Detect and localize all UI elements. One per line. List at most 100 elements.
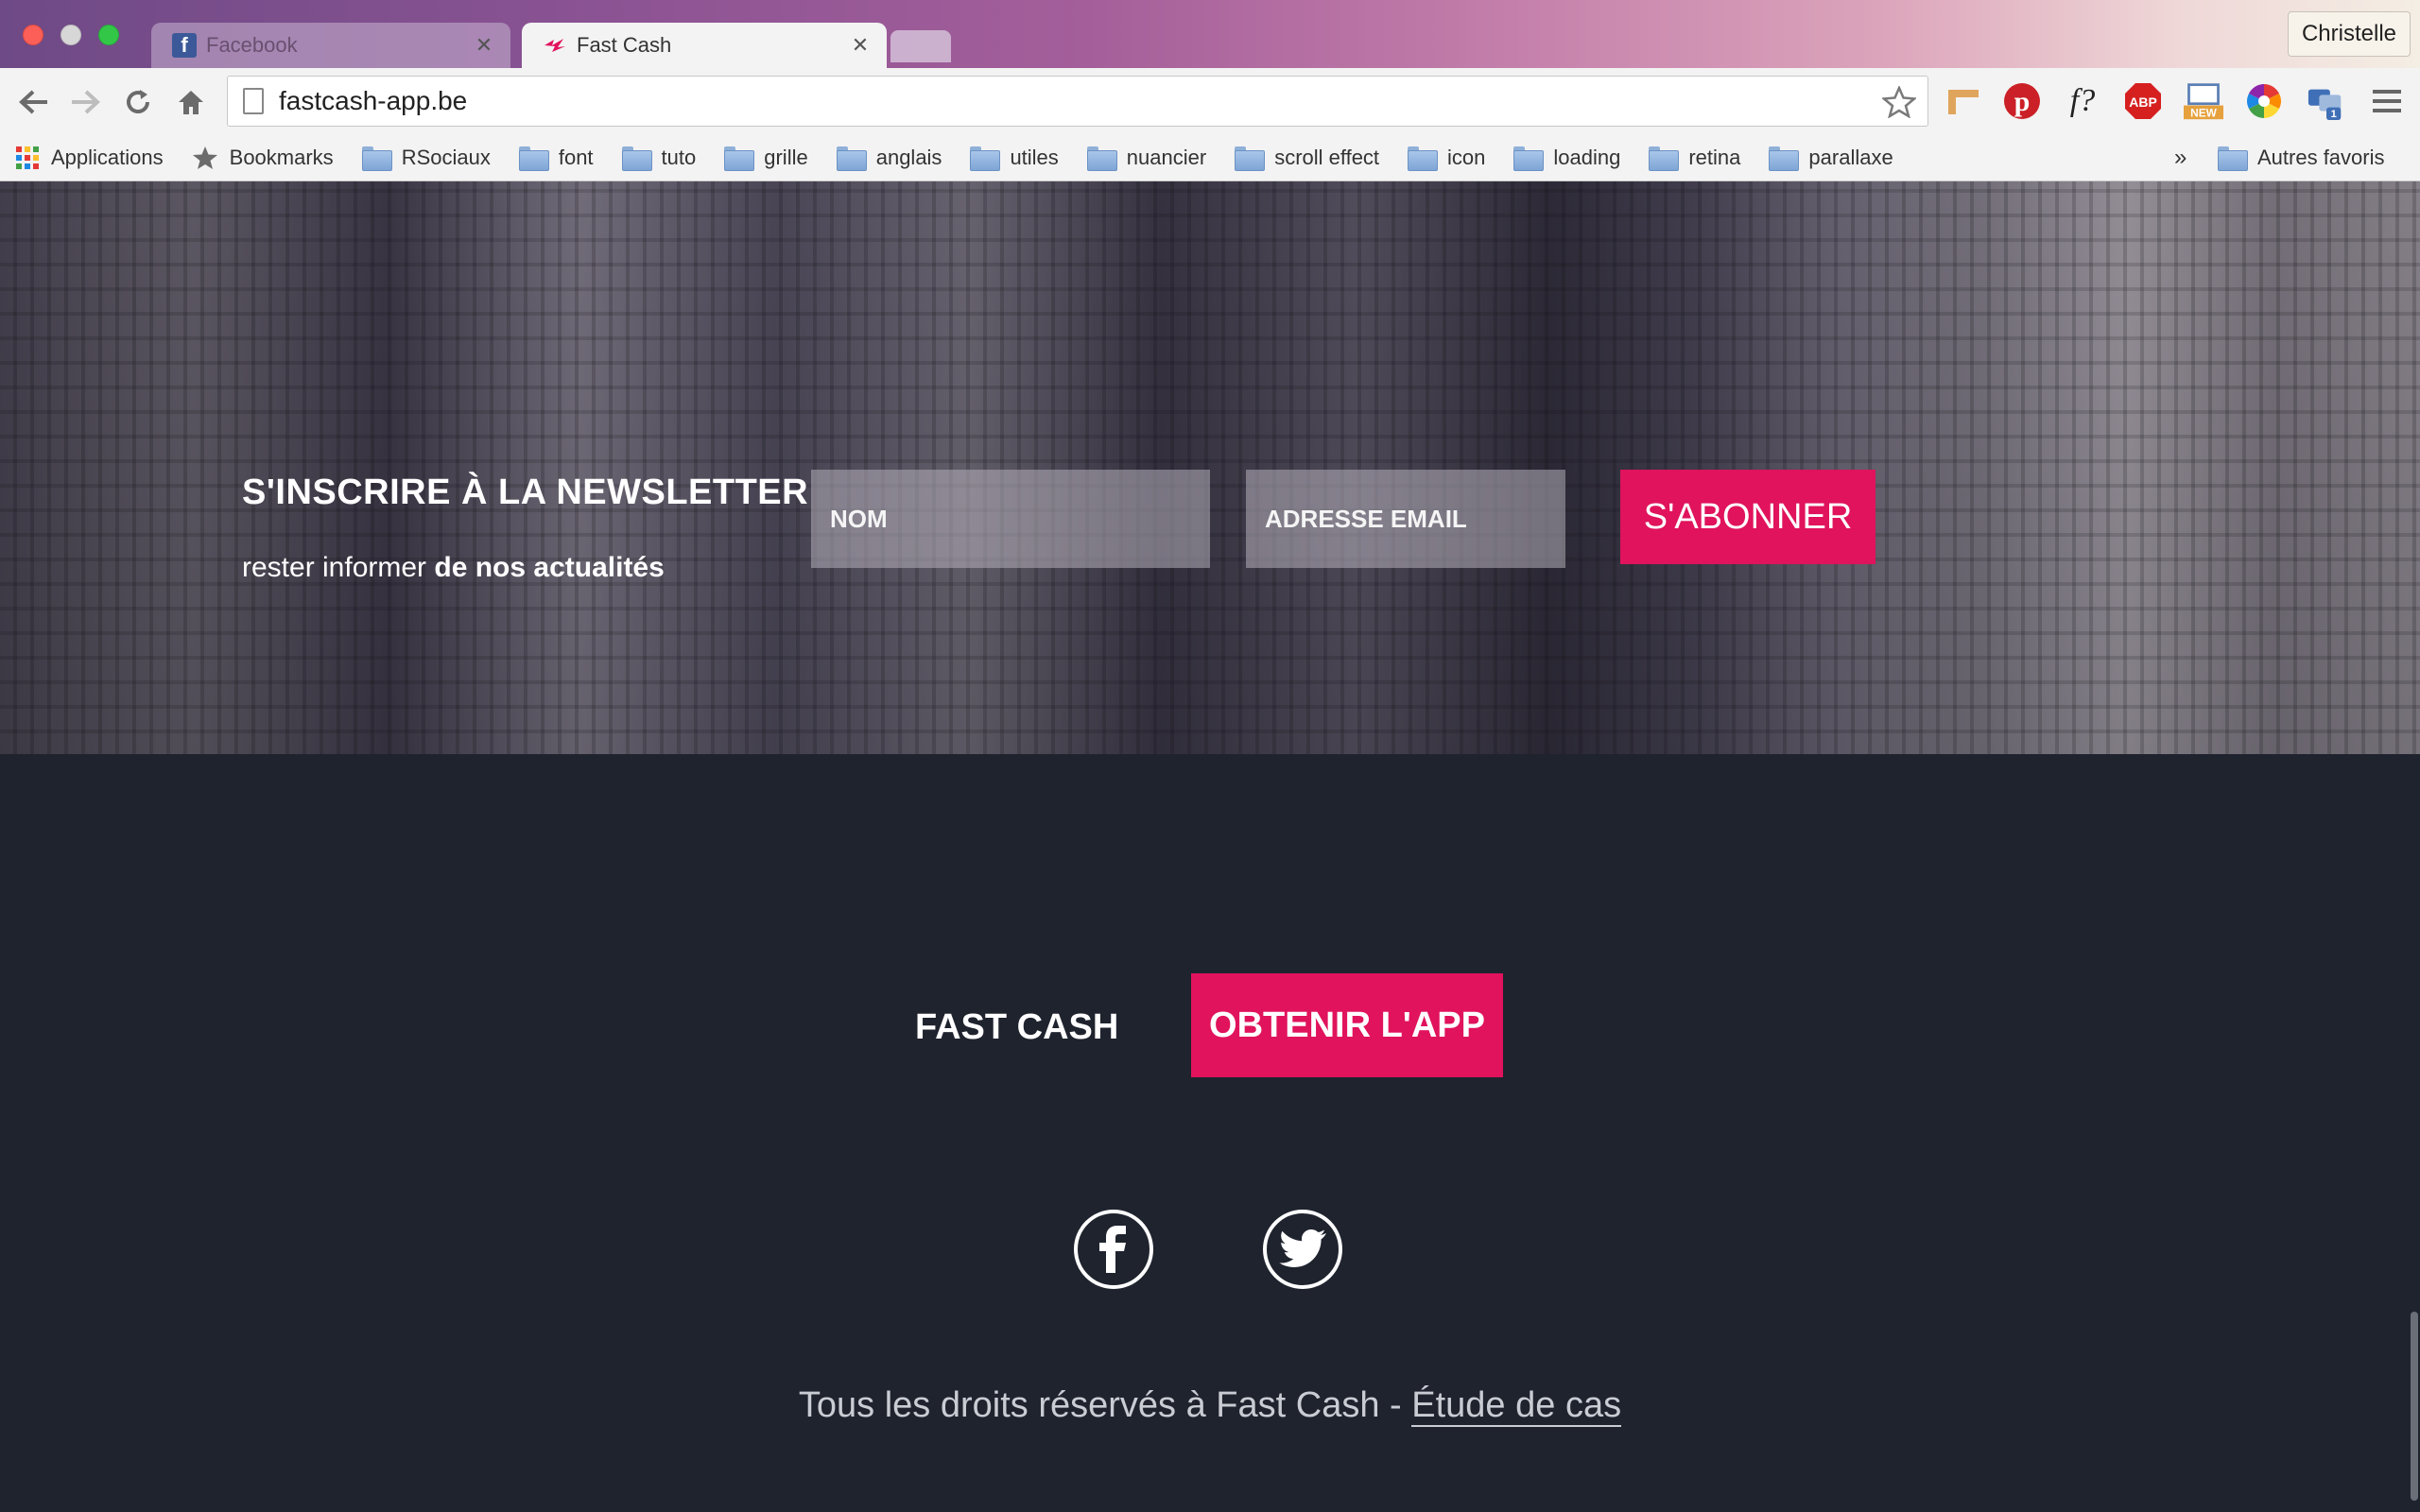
bookmark-folder-font[interactable]: font <box>518 145 594 171</box>
scrollbar-thumb[interactable] <box>2411 1312 2418 1501</box>
email-input[interactable] <box>1246 470 1565 568</box>
bookmark-folder-rsociaux[interactable]: RSociaux <box>361 145 491 171</box>
tab-title: Fast Cash <box>577 33 672 57</box>
new-tab-button[interactable] <box>890 30 951 62</box>
folder-icon <box>2218 146 2248 171</box>
bookmark-applications[interactable]: Applications <box>15 146 164 170</box>
bookmarks-overflow-chevron-icon[interactable]: » <box>2174 134 2187 181</box>
minimize-window-button[interactable] <box>60 25 81 45</box>
home-icon <box>179 91 203 114</box>
bookmark-folder-utiles[interactable]: utiles <box>970 145 1059 171</box>
arrow-right-icon <box>72 90 100 114</box>
folder-icon <box>836 146 867 171</box>
zoom-window-button[interactable] <box>98 25 119 45</box>
bookmark-folder-parallaxe[interactable]: parallaxe <box>1769 145 1893 171</box>
svg-text:p: p <box>2014 86 2031 117</box>
pinterest-extension-icon[interactable]: p <box>2002 81 2042 121</box>
name-input[interactable] <box>811 470 1210 568</box>
bookmark-folder-other[interactable]: Autres favoris <box>2218 134 2385 181</box>
facebook-icon <box>1099 1226 1126 1273</box>
new-feature-extension-icon[interactable]: NEW <box>2184 81 2223 121</box>
folder-icon <box>518 146 549 171</box>
folder-icon <box>1235 146 1266 171</box>
forward-button[interactable] <box>66 83 104 121</box>
menu-button[interactable] <box>2367 81 2407 121</box>
folder-icon <box>1513 146 1545 171</box>
apps-grid-icon <box>15 146 40 170</box>
new-badge: NEW <box>2190 106 2217 119</box>
address-bar[interactable]: fastcash-app.be <box>227 76 1928 127</box>
folder-icon <box>724 146 755 171</box>
bookmark-folder-nuancier[interactable]: nuancier <box>1086 145 1207 171</box>
url-text: fastcash-app.be <box>279 86 468 115</box>
bookmark-label: utiles <box>1010 145 1059 169</box>
browser-toolbar: fastcash-app.be p f? ABP NEW 1 <box>0 68 2420 134</box>
bookmark-label: Autres favoris <box>2257 146 2385 169</box>
bookmark-label: grille <box>764 145 808 169</box>
bookmark-label: nuancier <box>1126 145 1207 169</box>
star-icon <box>192 146 218 170</box>
browser-window: f Facebook ✕ Fast Cash ✕ Christelle fast… <box>0 0 2420 1512</box>
reload-button[interactable] <box>119 83 157 121</box>
subscribe-button[interactable]: S'ABONNER <box>1620 470 1876 564</box>
ruler-extension-icon[interactable] <box>1944 81 1983 121</box>
get-app-button[interactable]: OBTENIR L'APP <box>1191 973 1503 1077</box>
bookmark-folder-tuto[interactable]: tuto <box>621 145 697 171</box>
bookmark-label: Bookmarks <box>229 145 334 169</box>
site-footer: FAST CASH OBTENIR L'APP Tous les droits … <box>0 754 2420 1512</box>
bookmark-label: icon <box>1447 145 1486 169</box>
tab-fast-cash[interactable]: Fast Cash ✕ <box>522 23 887 68</box>
newsletter-title: S'INSCRIRE À LA NEWSLETTER <box>242 472 809 512</box>
bookmark-label: scroll effect <box>1274 145 1380 169</box>
tab-facebook[interactable]: f Facebook ✕ <box>151 23 510 68</box>
folder-icon <box>1649 146 1680 171</box>
profile-button[interactable]: Christelle <box>2287 11 2411 57</box>
bookmark-bookmarks[interactable]: Bookmarks <box>192 146 334 170</box>
page-viewport: S'INSCRIRE À LA NEWSLETTER rester inform… <box>0 181 2420 1512</box>
twitter-icon <box>1279 1229 1326 1267</box>
arrow-left-icon <box>19 90 47 114</box>
whatfont-extension-icon[interactable]: f? <box>2063 81 2102 121</box>
bookmark-label: RSociaux <box>401 145 491 169</box>
close-tab-icon[interactable]: ✕ <box>473 33 495 58</box>
copyright-text: Tous les droits réservés à Fast Cash - É… <box>0 1385 2420 1427</box>
folder-icon <box>621 146 652 171</box>
bookmark-folder-icon[interactable]: icon <box>1408 145 1486 171</box>
back-button[interactable] <box>15 83 53 121</box>
copyright-label: Tous les droits réservés à Fast Cash - <box>798 1385 1412 1425</box>
bookmark-label: anglais <box>875 145 942 169</box>
footer-brand: FAST CASH <box>915 1007 1119 1047</box>
bookmark-star-icon[interactable] <box>1880 84 1918 123</box>
case-study-link[interactable]: Étude de cas <box>1411 1385 1622 1427</box>
tab-title: Facebook <box>206 33 298 57</box>
facebook-favicon-icon: f <box>172 33 197 58</box>
home-button[interactable] <box>172 83 210 121</box>
bookmark-folder-loading[interactable]: loading <box>1513 146 1620 171</box>
bookmark-folder-retina[interactable]: retina <box>1649 145 1741 171</box>
bookmark-label: parallaxe <box>1808 145 1893 169</box>
facebook-link[interactable] <box>1074 1210 1153 1289</box>
translate-extension-icon[interactable]: 1 <box>2307 81 2346 121</box>
close-window-button[interactable] <box>23 25 43 45</box>
newsletter-subtitle: rester informer de nos actualités <box>242 552 665 584</box>
hamburger-menu-icon <box>2373 90 2401 112</box>
fastcash-favicon-icon <box>543 33 567 58</box>
folder-icon <box>1408 146 1439 171</box>
newsletter-subtitle-bold: de nos actualités <box>434 552 665 583</box>
color-picker-extension-icon[interactable] <box>2244 81 2284 121</box>
bookmark-label: retina <box>1688 145 1741 169</box>
twitter-link[interactable] <box>1263 1210 1342 1289</box>
close-tab-icon[interactable]: ✕ <box>849 33 872 58</box>
folder-icon <box>970 146 1001 171</box>
bookmark-folder-anglais[interactable]: anglais <box>836 145 942 171</box>
folder-icon <box>1086 146 1117 171</box>
bookmark-label: tuto <box>661 145 697 169</box>
folder-icon <box>1769 146 1800 171</box>
bookmark-folder-grille[interactable]: grille <box>724 145 808 171</box>
reload-icon <box>127 90 149 113</box>
bookmark-folder-scroll-effect[interactable]: scroll effect <box>1235 145 1380 171</box>
bookmark-label: Applications <box>51 145 164 169</box>
adblock-extension-icon[interactable]: ABP <box>2123 81 2163 121</box>
extension-count-badge: 1 <box>2330 109 2337 120</box>
bookmark-label: font <box>558 145 594 169</box>
